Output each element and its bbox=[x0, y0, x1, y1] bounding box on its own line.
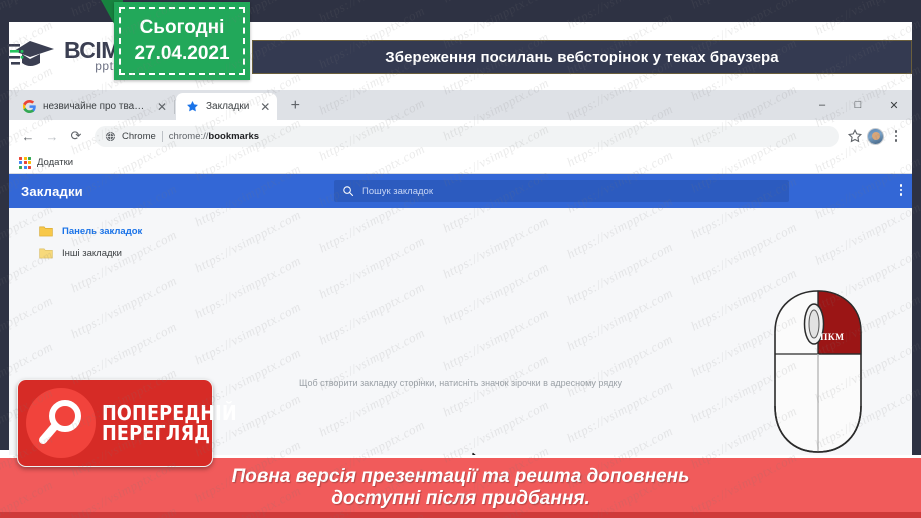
sidebar-item-other-bookmarks[interactable]: Інші закладки bbox=[9, 242, 259, 264]
bookmark-star-icon[interactable] bbox=[847, 128, 863, 144]
avatar[interactable] bbox=[867, 127, 884, 145]
preview-badge-line-1: ПОПЕРЕДНІЙ bbox=[102, 401, 237, 425]
omnibox-url: chrome://bookmarks bbox=[169, 131, 259, 142]
globe-icon bbox=[105, 131, 116, 141]
minimize-button[interactable]: – bbox=[804, 90, 840, 120]
omnibox-chip: Chrome bbox=[122, 130, 156, 142]
tab-search-results[interactable]: незвичайне про тварин - Пош ✕ bbox=[13, 93, 173, 120]
apps-grid-icon[interactable] bbox=[19, 156, 31, 169]
address-bar[interactable]: Chrome chrome://bookmarks bbox=[95, 125, 839, 147]
folder-icon bbox=[39, 226, 53, 237]
sidebar-item-bookmarks-bar[interactable]: Панель закладок bbox=[9, 220, 259, 242]
graduation-cap-icon bbox=[8, 41, 54, 66]
mouse-illustration bbox=[774, 290, 862, 453]
tab-label: Закладки bbox=[206, 101, 250, 112]
preview-badge-line-2: ПЕРЕГЛЯД bbox=[102, 421, 211, 445]
slide-root: ВСІМ pptx Сьогодні 27.04.2021 Збереження… bbox=[0, 0, 921, 518]
tab-strip: незвичайне про тварин - Пош ✕ Закладки ✕… bbox=[9, 90, 912, 120]
forward-button[interactable]: → bbox=[41, 125, 63, 147]
omnibox-url-path: bookmarks bbox=[208, 130, 260, 142]
search-icon bbox=[343, 186, 354, 197]
brand-logo: ВСІМ pptx bbox=[8, 32, 128, 78]
window-controls: – □ ✕ bbox=[804, 90, 912, 120]
bookmarks-manager-header: Закладки Пошук закладок bbox=[9, 174, 912, 208]
bookmarks-manager-title: Закладки bbox=[21, 183, 83, 199]
tab-label: незвичайне про тварин - Пош bbox=[43, 101, 147, 112]
tab-close-icon[interactable]: ✕ bbox=[157, 101, 167, 113]
page-title: Збереження посилань вебсторінок у теках … bbox=[385, 48, 779, 66]
magnifier-badge-circle bbox=[26, 388, 96, 458]
browser-toolbar: ← → ⟳ Chrome chrome://bookmarks bbox=[9, 120, 912, 152]
sidebar-item-label: Панель закладок bbox=[62, 225, 143, 237]
tab-bookmarks[interactable]: Закладки ✕ bbox=[176, 93, 278, 120]
date-badge-label: Сьогодні bbox=[139, 17, 225, 38]
maximize-button[interactable]: □ bbox=[840, 90, 876, 120]
slide-right-frame bbox=[912, 0, 921, 455]
date-badge: Сьогодні 27.04.2021 bbox=[114, 2, 250, 80]
date-badge-date: 27.04.2021 bbox=[134, 43, 230, 64]
search-input[interactable]: Пошук закладок bbox=[334, 180, 789, 202]
search-placeholder: Пошук закладок bbox=[362, 185, 433, 197]
magnifier-icon bbox=[39, 400, 81, 444]
banner-line-1: Повна версія презентації та решта доповн… bbox=[231, 466, 690, 488]
tab-close-icon[interactable]: ✕ bbox=[259, 101, 271, 113]
sidebar-item-label: Інші закладки bbox=[62, 247, 122, 259]
preview-badge-text: ПОПЕРЕДНІЙ ПЕРЕГЛЯД bbox=[102, 403, 255, 443]
toolbar-right-cluster bbox=[847, 127, 904, 145]
close-window-button[interactable]: ✕ bbox=[876, 90, 912, 120]
bookmarks-bar: Додатки bbox=[9, 152, 912, 174]
bookmarks-overflow-menu-icon[interactable] bbox=[899, 182, 902, 198]
bookmarks-sidebar: Панель закладок Інші закладки bbox=[9, 220, 259, 264]
reload-button[interactable]: ⟳ bbox=[65, 125, 87, 147]
bookmarks-bar-apps-label[interactable]: Додатки bbox=[37, 157, 73, 168]
google-g-icon bbox=[23, 100, 36, 113]
tab-separator bbox=[174, 100, 175, 114]
mouse-button-label: ПКМ bbox=[820, 333, 845, 343]
omnibox-url-prefix: chrome:// bbox=[168, 130, 209, 142]
banner-line-2: доступні після придбання. bbox=[331, 488, 590, 509]
back-button[interactable]: ← bbox=[17, 125, 39, 147]
omnibox-divider bbox=[161, 130, 163, 142]
slide-title-bar: Збереження посилань вебсторінок у теках … bbox=[252, 40, 912, 74]
preview-badge: ПОПЕРЕДНІЙ ПЕРЕГЛЯД bbox=[17, 379, 237, 467]
folder-icon bbox=[39, 248, 53, 259]
star-icon bbox=[187, 100, 198, 112]
browser-menu-icon[interactable] bbox=[888, 127, 904, 145]
new-tab-button[interactable]: + bbox=[283, 94, 307, 118]
